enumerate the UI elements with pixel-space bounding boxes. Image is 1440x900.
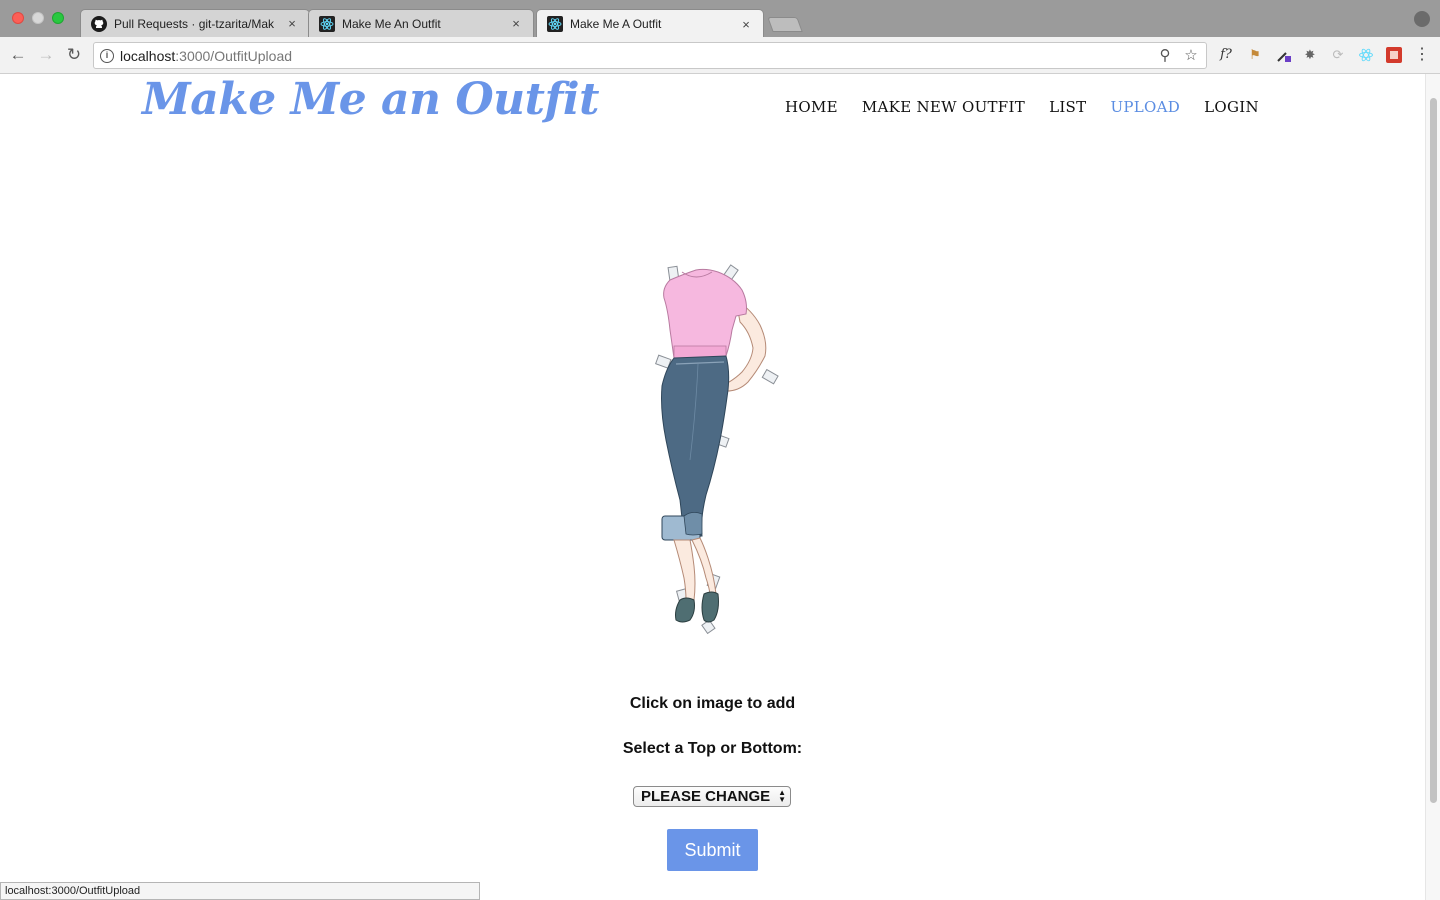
select-label: Select a Top or Bottom: <box>622 740 803 757</box>
react-devtools-icon[interactable] <box>1358 47 1374 63</box>
close-tab-icon[interactable]: × <box>739 17 753 32</box>
main-nav: HOME MAKE NEW OUTFIT LIST UPLOAD LOGIN <box>785 98 1259 116</box>
maximize-window-button[interactable] <box>52 12 64 24</box>
address-bar[interactable]: i localhost:3000/OutfitUpload ⚲ ☆ <box>93 42 1207 69</box>
select-arrows-icon: ▲ ▼ <box>778 788 786 804</box>
top-bottom-select[interactable]: PLEASE CHANGE ▲ ▼ <box>633 786 791 807</box>
reload-icon[interactable]: ↻ <box>64 45 84 65</box>
scrollbar-thumb[interactable] <box>1430 98 1437 803</box>
browser-tab[interactable]: Pull Requests · git-tzarita/Mak × <box>80 9 310 37</box>
minimize-window-button[interactable] <box>32 12 44 24</box>
profile-icon[interactable] <box>1414 11 1430 27</box>
site-logo[interactable]: Make Me an Outfit <box>142 74 599 125</box>
status-bar: localhost:3000/OutfitUpload <box>0 882 480 900</box>
browser-menu-icon[interactable]: ⋮ <box>1414 47 1430 63</box>
new-tab-button[interactable] <box>767 17 803 32</box>
nav-home[interactable]: HOME <box>785 98 838 116</box>
zoom-icon[interactable]: ⚲ <box>1156 47 1174 65</box>
nav-upload[interactable]: UPLOAD <box>1110 98 1180 116</box>
nav-list[interactable]: LIST <box>1049 98 1086 116</box>
browser-tab[interactable]: Make Me An Outfit × <box>308 9 534 37</box>
close-tab-icon[interactable]: × <box>509 16 523 31</box>
info-icon[interactable]: i <box>100 49 114 63</box>
close-tab-icon[interactable]: × <box>285 16 299 31</box>
tag-extension-icon[interactable]: ⚑ <box>1247 47 1263 63</box>
font-extension-icon[interactable]: f? <box>1218 47 1234 63</box>
react-icon <box>547 16 563 32</box>
page-scrollbar[interactable] <box>1425 74 1440 900</box>
tab-title: Pull Requests · git-tzarita/Mak <box>114 16 275 31</box>
submit-button[interactable]: Submit <box>667 829 758 871</box>
redux-extension-icon[interactable]: ⟳ <box>1330 47 1346 63</box>
browser-tab-active[interactable]: Make Me A Outfit × <box>536 9 764 38</box>
select-value: PLEASE CHANGE <box>641 788 771 805</box>
close-window-button[interactable] <box>12 12 24 24</box>
nav-make-new-outfit[interactable]: MAKE NEW OUTFIT <box>862 98 1025 116</box>
page-viewport: Make Me an Outfit HOME MAKE NEW OUTFIT L… <box>0 74 1440 900</box>
eyedropper-extension-icon[interactable] <box>1276 47 1292 63</box>
tab-strip: Pull Requests · git-tzarita/Mak × Make M… <box>0 0 1440 38</box>
tab-title: Make Me An Outfit <box>342 16 441 31</box>
github-icon <box>91 15 107 32</box>
bookmark-star-icon[interactable]: ☆ <box>1182 47 1200 65</box>
red-extension-icon[interactable] <box>1386 47 1402 63</box>
click-instruction: Click on image to add <box>629 695 796 712</box>
nav-login[interactable]: LOGIN <box>1204 98 1259 116</box>
back-icon[interactable]: ← <box>8 45 28 65</box>
browser-toolbar: ← → ↻ i localhost:3000/OutfitUpload ⚲ ☆ … <box>0 37 1440 74</box>
react-icon <box>319 15 335 32</box>
paper-doll-image[interactable] <box>640 260 790 640</box>
bug-extension-icon[interactable]: ✸ <box>1302 47 1318 63</box>
tab-title: Make Me A Outfit <box>570 17 662 31</box>
forward-icon[interactable]: → <box>36 45 56 65</box>
url-text: localhost:3000/OutfitUpload <box>120 48 293 64</box>
